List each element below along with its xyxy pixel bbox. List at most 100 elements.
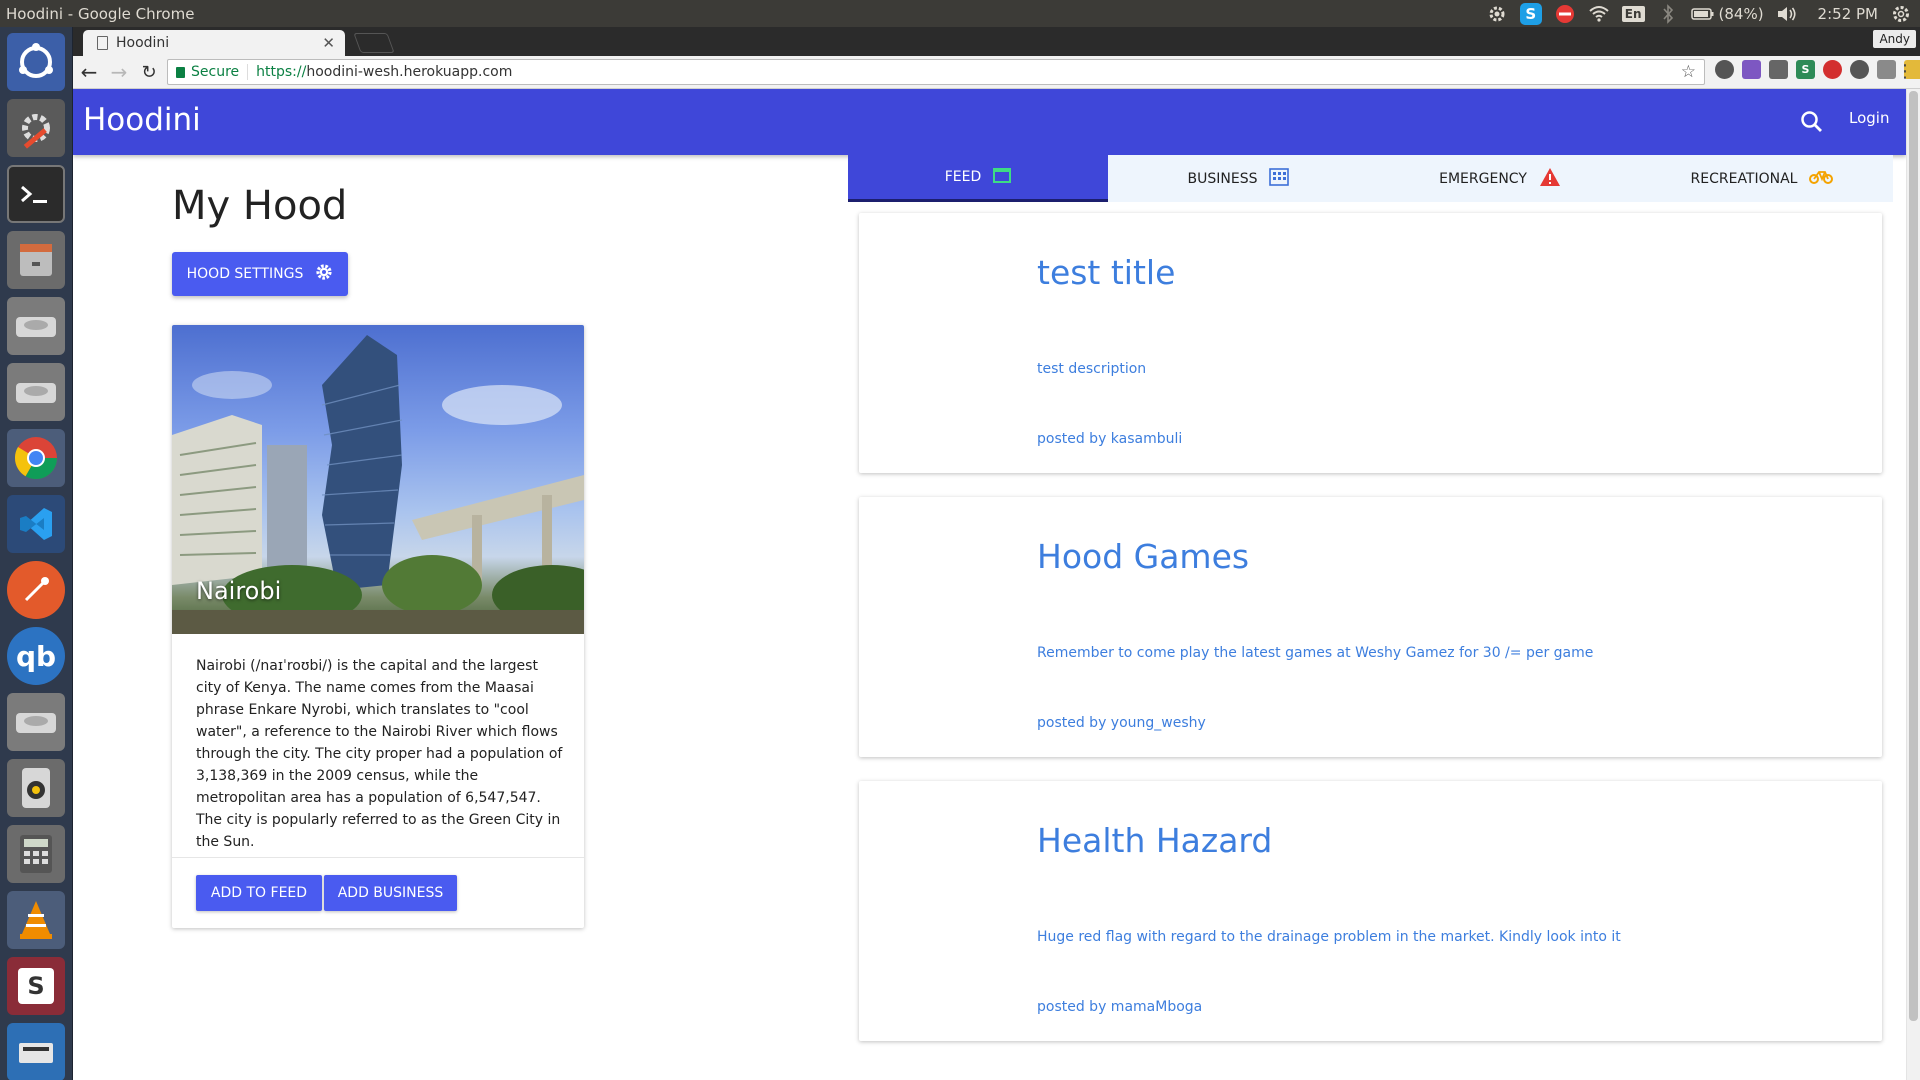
card-divider	[172, 857, 584, 858]
post-author: posted by young_weshy	[1037, 715, 1206, 731]
add-to-feed-button[interactable]: ADD TO FEED	[196, 875, 322, 911]
volume-icon[interactable]	[1776, 3, 1798, 25]
slack-icon[interactable]: S	[7, 957, 65, 1015]
hood-settings-label: HOOD SETTINGS	[186, 266, 304, 282]
tab-title: Hoodini	[116, 35, 170, 51]
system-tray: S En (84%) 2:52 PM	[1486, 0, 1912, 27]
battery-indicator[interactable]: (84%)	[1690, 4, 1764, 23]
browser-toolbar: ← → ↻ Secure https://hoodini-wesh.heroku…	[73, 56, 1920, 89]
hood-settings-button[interactable]: HOOD SETTINGS	[172, 252, 348, 296]
unity-launcher: qb S	[0, 27, 73, 1080]
post-card[interactable]: Health Hazard Huge red flag with regard …	[859, 781, 1882, 1041]
keyboard-language[interactable]: En	[1621, 5, 1645, 22]
post-author: posted by mamaMboga	[1037, 999, 1203, 1015]
tab-recreational-label: RECREATIONAL	[1690, 170, 1798, 187]
city-skyline-image: Nairobi	[172, 325, 584, 634]
calendar-icon	[993, 167, 1012, 187]
tab-business[interactable]: BUSINESS	[1108, 155, 1369, 202]
post-card[interactable]: Hood Games Remember to come play the lat…	[859, 497, 1882, 757]
bluetooth-icon[interactable]	[1657, 3, 1679, 25]
tab-feed-label: FEED	[944, 169, 982, 185]
bike-icon	[1809, 169, 1834, 189]
extension-icon-3[interactable]	[1769, 60, 1788, 79]
drive-icon-3[interactable]	[7, 693, 65, 751]
window-title: Hoodini - Google Chrome	[6, 4, 195, 23]
close-tab-icon[interactable]: ✕	[322, 34, 335, 52]
gear-icon	[315, 263, 333, 285]
system-menu-gear-icon[interactable]	[1890, 3, 1912, 25]
extension-icon-5[interactable]	[1823, 60, 1842, 79]
browser-tab[interactable]: Hoodini ✕	[83, 30, 345, 56]
tab-strip: Hoodini ✕ Andy	[73, 27, 1920, 56]
clock[interactable]: 2:52 PM	[1818, 5, 1878, 23]
lock-icon	[176, 66, 185, 78]
extension-icon-7[interactable]	[1877, 60, 1896, 79]
system-settings-icon[interactable]	[7, 99, 65, 157]
category-tabs: FEED BUSINESS EMERGENCY RECREATIONAL	[848, 155, 1893, 202]
city-name: Nairobi	[196, 577, 282, 605]
page-scrollbar[interactable]	[1906, 89, 1920, 1080]
post-author: posted by kasambuli	[1037, 431, 1183, 447]
search-icon[interactable]	[1799, 109, 1825, 135]
vscode-icon[interactable]	[7, 495, 65, 553]
vlc-icon[interactable]	[7, 891, 65, 949]
tab-business-label: BUSINESS	[1187, 170, 1258, 187]
wifi-icon[interactable]	[1588, 3, 1610, 25]
post-title[interactable]: Hood Games	[1037, 537, 1249, 576]
add-business-button[interactable]: ADD BUSINESS	[324, 875, 457, 911]
qbittorrent-icon[interactable]: qb	[7, 627, 65, 685]
ubuntu-dash-icon[interactable]	[7, 33, 65, 91]
skype-icon[interactable]: S	[1519, 2, 1542, 25]
warning-icon	[1539, 167, 1561, 191]
battery-percent: (84%)	[1718, 4, 1764, 23]
security-indicator[interactable]: Secure	[168, 64, 249, 80]
post-description: Huge red flag with regard to the drainag…	[1037, 929, 1621, 945]
terminal-icon[interactable]	[7, 165, 65, 223]
scrollbar-thumb[interactable]	[1909, 91, 1918, 1021]
os-top-panel: Hoodini - Google Chrome S En (84%) 2:52 …	[0, 0, 1920, 27]
secure-label: Secure	[191, 64, 240, 80]
building-icon	[1269, 167, 1290, 190]
page-title: My Hood	[172, 183, 348, 229]
tab-recreational[interactable]: RECREATIONAL	[1631, 155, 1893, 202]
brand-logo[interactable]: Hoodini	[83, 102, 201, 138]
extension-icon-2[interactable]	[1742, 60, 1761, 79]
address-bar[interactable]: Secure https://hoodini-wesh.herokuapp.co…	[167, 59, 1705, 85]
chrome-menu-icon[interactable]: ⋮	[1896, 61, 1914, 82]
drive-icon[interactable]	[7, 297, 65, 355]
scanner-icon[interactable]	[7, 1023, 65, 1080]
postman-icon[interactable]	[7, 561, 65, 619]
tab-emergency[interactable]: EMERGENCY	[1369, 155, 1631, 202]
post-title[interactable]: test title	[1037, 253, 1175, 292]
extension-icon-6[interactable]	[1850, 60, 1869, 79]
tab-feed[interactable]: FEED	[848, 155, 1108, 202]
post-card[interactable]: test title test description posted by ka…	[859, 213, 1882, 473]
file-cabinet-icon[interactable]	[7, 231, 65, 289]
back-arrow-icon[interactable]: ←	[75, 58, 103, 86]
reload-icon[interactable]: ↻	[135, 58, 163, 86]
post-description: Remember to come play the latest games a…	[1037, 645, 1594, 661]
settings-gear-icon[interactable]	[1486, 3, 1508, 25]
app-bar: Hoodini Login	[73, 89, 1906, 155]
forward-arrow-icon[interactable]: →	[105, 58, 133, 86]
url-text[interactable]: https://hoodini-wesh.herokuapp.com	[248, 64, 512, 80]
tab-emergency-label: EMERGENCY	[1439, 170, 1527, 187]
login-button[interactable]: Login	[1849, 109, 1889, 127]
do-not-disturb-icon[interactable]	[1554, 3, 1576, 25]
drive-icon-2[interactable]	[7, 363, 65, 421]
page-icon	[97, 36, 108, 50]
profile-button[interactable]: Andy	[1873, 30, 1916, 48]
post-description: test description	[1037, 361, 1147, 377]
post-title[interactable]: Health Hazard	[1037, 821, 1272, 860]
hood-description: Nairobi (/naɪˈroʊbi/) is the capital and…	[196, 658, 563, 850]
url-host: hoodini-wesh.herokuapp.com	[306, 64, 513, 80]
new-tab-button[interactable]	[353, 33, 395, 53]
extension-icon-1[interactable]	[1715, 60, 1734, 79]
bookmark-star-icon[interactable]: ☆	[1681, 62, 1696, 82]
calculator-icon[interactable]	[7, 825, 65, 883]
chrome-icon[interactable]	[7, 429, 65, 487]
speaker-icon[interactable]	[7, 759, 65, 817]
extension-icon-4[interactable]: S	[1796, 60, 1815, 79]
browser-window: Hoodini ✕ Andy ← → ↻ Secure https://hood…	[73, 27, 1920, 1080]
hood-card: Nairobi Nairobi (/naɪˈroʊbi/) is the cap…	[172, 325, 584, 928]
